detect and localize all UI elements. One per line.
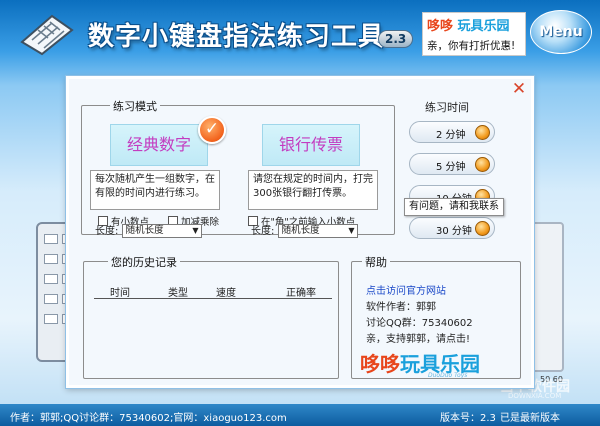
help-title: 帮助 — [362, 254, 390, 270]
watermark-sub: DOWNXIA.COM — [508, 392, 562, 400]
bank-length-select[interactable]: 随机长度 ▼ — [277, 224, 358, 238]
help-logo-sub: DuoDuo Toys — [428, 372, 468, 379]
help-support[interactable]: 亲，支持郭郭，请点击! — [366, 330, 470, 345]
history-col-accuracy: 正确率 — [286, 288, 316, 299]
promo-brand-part2: 玩具乐园 — [457, 19, 510, 34]
classic-length-value: 随机长度 — [125, 225, 164, 236]
chevron-down-icon: ▼ — [192, 226, 199, 235]
chevron-down-icon: ▼ — [348, 226, 355, 235]
app-title: 数字小键盘指法练习工具 — [88, 22, 386, 52]
help-group: 帮助 点击访问官方网站 软件作者：郭郭 讨论QQ群：75340602 亲，支持郭… — [351, 254, 521, 379]
classic-mode-button[interactable]: 经典数字 — [110, 124, 208, 166]
promo-text: 亲，你有打折优惠! — [427, 40, 516, 52]
bank-length-value: 随机长度 — [281, 225, 320, 236]
bg-key — [44, 234, 58, 244]
orange-dot-icon — [475, 221, 490, 236]
history-title: 您的历史记录 — [108, 254, 180, 270]
history-col-speed: 速度 — [216, 288, 236, 299]
bg-key — [44, 254, 58, 264]
status-update: 已是最新版本 — [500, 413, 560, 424]
history-header: 时间 类型 速度 正确率 — [96, 284, 328, 299]
practice-mode-group: 练习模式 经典数字 ✓ 每次随机产生一组数字，在有限的时间内进行练习。 有小数点… — [81, 98, 395, 235]
status-author-info: 作者：郭郭;QQ讨论群：75340602;官网：xiaoguo123.com — [10, 413, 287, 424]
official-site-link[interactable]: 点击访问官方网站 — [366, 282, 446, 297]
bank-length-row: 长度: 随机长度 ▼ — [251, 222, 358, 238]
close-icon[interactable]: ✕ — [511, 81, 527, 98]
practice-mode-title: 练习模式 — [110, 98, 160, 114]
bg-key — [44, 294, 58, 304]
promo-brand: 哆哆 玩具乐园 — [427, 15, 510, 34]
contact-tooltip[interactable]: 有问题，请和我联系 — [404, 198, 504, 216]
app-header: 数字小键盘指法练习工具 2.3 哆哆 玩具乐园 亲，你有打折优惠! Menu — [0, 0, 600, 68]
main-dialog: ✕ 练习模式 经典数字 ✓ 每次随机产生一组数字，在有限的时间内进行练习。 有小… — [66, 76, 534, 388]
keyboard-logo-icon — [20, 14, 74, 56]
help-qq-group: 讨论QQ群：75340602 — [366, 318, 473, 329]
bg-key — [44, 314, 58, 324]
help-logo-part1: 哆哆 — [360, 352, 400, 376]
orange-dot-icon — [475, 157, 490, 172]
history-col-type: 类型 — [168, 288, 188, 299]
classic-length-select[interactable]: 随机长度 ▼ — [121, 224, 202, 238]
menu-button[interactable]: Menu — [530, 10, 592, 54]
help-author: 软件作者：郭郭 — [366, 302, 436, 313]
promo-banner[interactable]: 哆哆 玩具乐园 亲，你有打折优惠! — [422, 12, 526, 56]
time-2min-button[interactable]: 2 分钟 — [409, 121, 495, 143]
classic-description: 每次随机产生一组数字，在有限的时间内进行练习。 — [90, 170, 220, 210]
promo-brand-part1: 哆哆 — [427, 19, 454, 34]
bg-key — [44, 274, 58, 284]
orange-dot-icon — [475, 125, 490, 140]
status-version: 版本号：2.3 — [440, 413, 496, 424]
time-label: 2 分钟 — [436, 130, 466, 141]
history-col-time: 时间 — [110, 288, 130, 299]
check-icon: ✓ — [198, 116, 226, 144]
time-label: 5 分钟 — [436, 162, 466, 173]
history-group: 您的历史记录 时间 类型 速度 正确率 — [83, 254, 339, 379]
classic-length-label: 长度: — [95, 226, 119, 237]
bank-length-label: 长度: — [251, 226, 275, 237]
version-badge: 2.3 — [378, 30, 414, 48]
time-label: 30 分钟 — [436, 226, 472, 237]
bank-mode-button[interactable]: 银行传票 — [262, 124, 360, 166]
status-bar: 作者：郭郭;QQ讨论群：75340602;官网：xiaoguo123.com 版… — [0, 404, 600, 426]
time-5min-button[interactable]: 5 分钟 — [409, 153, 495, 175]
classic-length-row: 长度: 随机长度 ▼ — [95, 222, 202, 238]
practice-time-title: 练习时间 — [425, 101, 469, 114]
bank-description: 请您在规定的时间内，打完300张银行翻打传票。 — [248, 170, 378, 210]
history-divider — [94, 298, 332, 299]
time-30min-button[interactable]: 30 分钟 — [409, 217, 495, 239]
